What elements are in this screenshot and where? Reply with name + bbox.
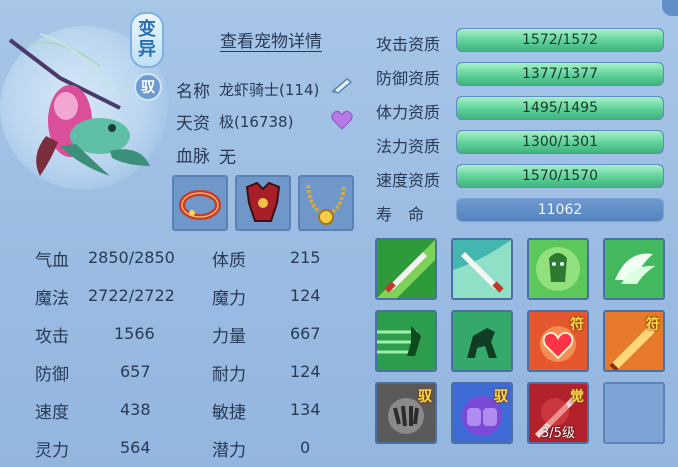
skill-slot-1[interactable] [375,238,437,300]
ghost-skill-icon [529,240,587,298]
skill-slot-8[interactable]: 符 [603,310,665,372]
hp-aptitude-label: 体力资质 [376,103,441,122]
spd-aptitude-bar: 1570/1570 [456,164,664,188]
bloodline-label: 血脉 [176,147,210,167]
skill-slot-4[interactable] [603,238,665,300]
skill-slot-11[interactable]: 觉 3/5级 [527,382,589,444]
empty-skill-slot[interactable] [603,382,665,444]
mp-aptitude-value: 1300/1301 [522,134,598,150]
spd-label: 速度 [35,403,69,423]
mutation-badge-text: 变异 [138,19,156,60]
hp-aptitude-value: 1495/1495 [522,100,598,116]
life-value: 11062 [456,198,664,222]
atk-label: 攻击 [35,327,69,347]
hp-value: 2850/2850 [88,248,175,267]
mag-value: 124 [290,286,321,305]
pot-value: 0 [300,438,311,457]
equip-slot-collar[interactable] [172,175,228,231]
str-value: 667 [290,324,321,343]
awaken-tag: 觉 [570,389,584,405]
spd-aptitude-label: 速度资质 [376,171,441,190]
pet-detail-panel: 变异 驭 查看宠物详情 名称 龙虾骑士(114) 天资 极(16738) 血脉 … [0,0,678,467]
wing-skill-icon [605,240,663,298]
horse-skill-icon [453,312,511,370]
skill-slot-2[interactable] [451,238,513,300]
panel-corner [662,0,678,16]
equip-slot-armor[interactable] [235,175,291,231]
skill-slot-5[interactable] [375,310,437,372]
end-label: 耐力 [212,365,246,385]
talisman-tag: 符 [570,317,584,333]
skill-level-text: 3/5级 [541,426,575,441]
tame-tag: 驭 [494,389,508,405]
name-label: 名称 [176,82,210,102]
skill-slot-7[interactable]: 符 [527,310,589,372]
spi-value: 564 [120,438,151,457]
str-label: 力量 [212,327,246,347]
sword-skill-2-icon [453,240,511,298]
end-value: 124 [290,362,321,381]
spi-label: 灵力 [35,441,69,461]
agi-label: 敏捷 [212,403,246,423]
atk-aptitude-value: 1572/1572 [522,32,598,48]
mag-label: 魔力 [212,289,246,309]
hp-label: 气血 [35,251,69,271]
mp-aptitude-label: 法力资质 [376,137,441,156]
life-label: 寿 命 [376,205,425,224]
def-label: 防御 [35,365,69,385]
heart-icon[interactable] [331,110,353,130]
skill-slot-6[interactable] [451,310,513,372]
talisman-tag: 符 [646,317,660,333]
def-value: 657 [120,362,151,381]
mp-value: 2722/2722 [88,286,175,305]
red-armor-icon [245,181,281,222]
con-value: 215 [290,248,321,267]
bloodline-value: 无 [219,148,236,168]
red-collar-icon [179,190,221,220]
hp-aptitude-bar: 1495/1495 [456,96,664,120]
rename-pen-icon[interactable] [330,76,354,94]
dash-skill-icon [377,312,435,370]
skill-slot-3[interactable] [527,238,589,300]
def-aptitude-label: 防御资质 [376,69,441,88]
aptitude-value: 极(16738) [219,113,294,131]
tame-badge: 驭 [134,73,162,101]
atk-aptitude-label: 攻击资质 [376,35,441,54]
con-label: 体质 [212,251,246,271]
tame-tag: 驭 [418,389,432,405]
atk-value: 1566 [114,324,155,343]
mp-label: 魔法 [35,289,69,309]
agi-value: 134 [290,400,321,419]
atk-aptitude-bar: 1572/1572 [456,28,664,52]
def-aptitude-value: 1377/1377 [522,66,598,82]
pot-label: 潜力 [212,441,246,461]
equip-slot-necklace[interactable] [298,175,354,231]
mp-aptitude-bar: 1300/1301 [456,130,664,154]
skill-slot-9[interactable]: 驭 [375,382,437,444]
skill-slot-10[interactable]: 驭 [451,382,513,444]
view-pet-details-link[interactable]: 查看宠物详情 [220,27,322,52]
def-aptitude-bar: 1377/1377 [456,62,664,86]
name-value: 龙虾骑士(114) [219,81,320,99]
sword-skill-icon [377,240,435,298]
spd-aptitude-value: 1570/1570 [522,168,598,184]
mutation-badge: 变异 [130,12,164,68]
spd-value: 438 [120,400,151,419]
gold-necklace-icon [306,184,346,225]
aptitude-label: 天资 [176,114,210,134]
